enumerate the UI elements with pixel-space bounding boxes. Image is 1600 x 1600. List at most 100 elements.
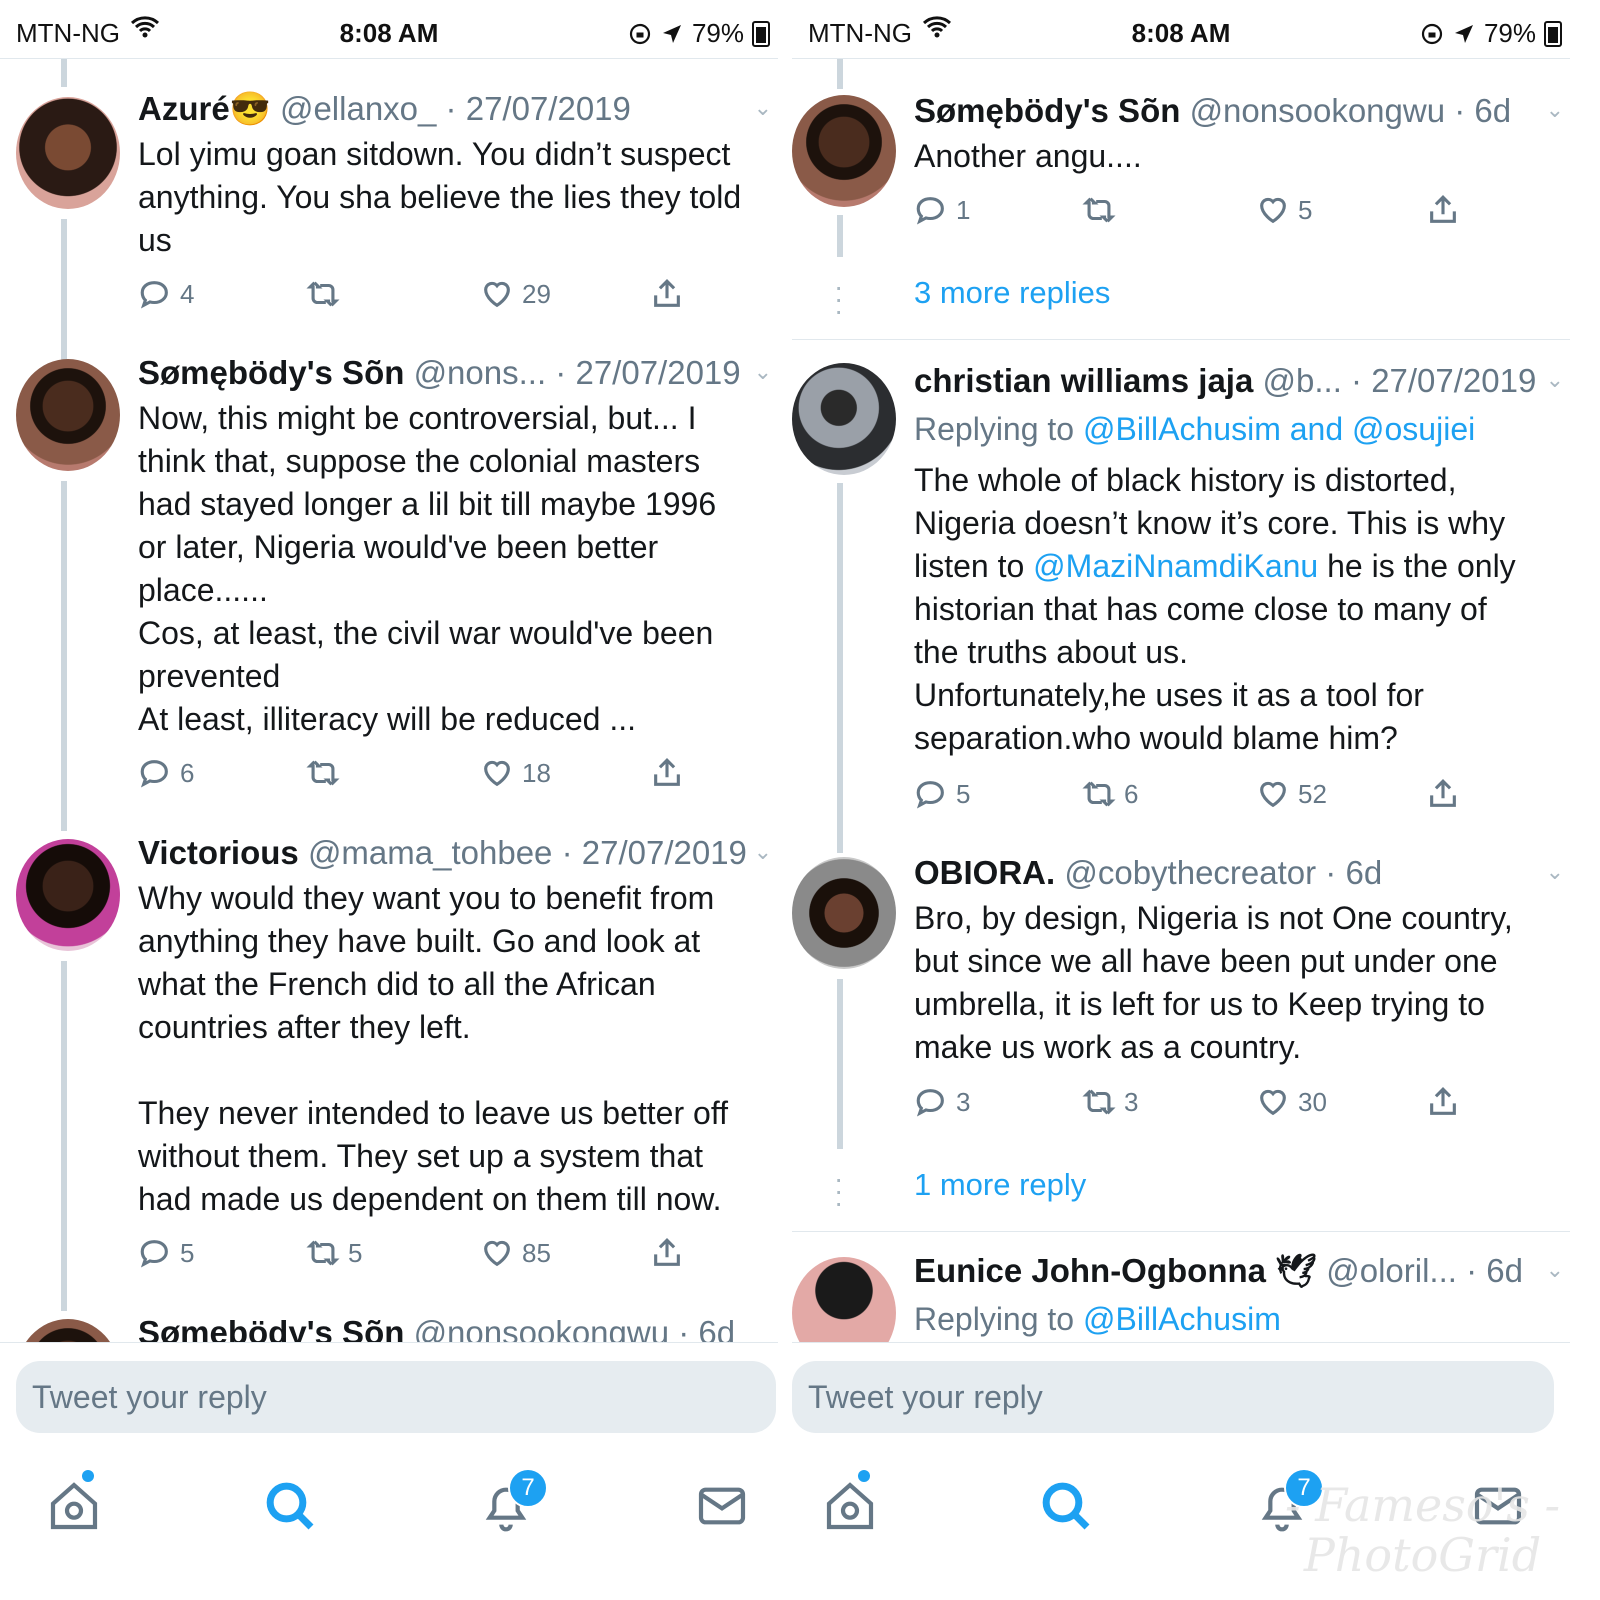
share-button[interactable]	[1426, 777, 1460, 811]
reply-button[interactable]: 3	[914, 1085, 970, 1119]
tweet-actions: 6 18	[138, 756, 778, 796]
chevron-down-icon[interactable]: ⌄	[1546, 859, 1564, 885]
reply-feed[interactable]: Azuré😎 @ellanxo_ · 27/07/2019 ⌄ Lol yimu…	[0, 59, 778, 1342]
avatar[interactable]	[16, 97, 120, 209]
tweet-header: OBIORA. @cobythecreator · 6d	[914, 854, 1383, 891]
tab-home[interactable]	[822, 1470, 882, 1538]
reply-button[interactable]: 4	[138, 277, 194, 311]
reply-placeholder: Tweet your reply	[808, 1379, 1043, 1415]
more-replies-link[interactable]: 1 more reply	[914, 1167, 1086, 1203]
reply-button[interactable]: 5	[138, 1236, 194, 1270]
battery-icon	[1544, 20, 1562, 47]
handle[interactable]: @b...	[1263, 362, 1342, 399]
handle[interactable]: @nonsookongwu	[1190, 92, 1446, 129]
tab-search[interactable]	[262, 1478, 322, 1538]
tab-notifications[interactable]: 7	[478, 1468, 548, 1538]
like-icon	[480, 277, 514, 311]
reply-input[interactable]: Tweet your reply	[792, 1361, 1554, 1433]
retweet-button[interactable]: 6	[1082, 777, 1138, 811]
avatar[interactable]	[792, 95, 896, 207]
avatar[interactable]	[16, 1319, 120, 1342]
display-name[interactable]: Sømębödy's Sõn	[138, 1314, 404, 1342]
retweet-button[interactable]: 5	[306, 1236, 362, 1270]
retweet-button[interactable]: 3	[1082, 1085, 1138, 1119]
chevron-down-icon[interactable]: ⌄	[1546, 97, 1564, 123]
handle[interactable]: @nonsookongwu	[414, 1314, 670, 1342]
thread-line	[837, 215, 843, 257]
handle[interactable]: @mama_tohbee	[308, 834, 552, 871]
share-button[interactable]	[650, 1236, 684, 1270]
display-name[interactable]: Azuré😎	[138, 90, 271, 127]
more-replies-link[interactable]: 3 more replies	[914, 275, 1110, 311]
chevron-down-icon[interactable]: ⌄	[754, 839, 772, 865]
tweet-header: Sømębödy's Sõn @nonsookongwu · 6d	[914, 92, 1512, 129]
mention-link[interactable]: @MaziNnamdiKanu	[1033, 548, 1318, 584]
chevron-down-icon[interactable]: ⌄	[1546, 1257, 1564, 1283]
like-icon	[1256, 1085, 1290, 1119]
display-name[interactable]: Victorious	[138, 834, 299, 871]
avatar[interactable]	[792, 1257, 896, 1342]
tab-home[interactable]	[46, 1470, 106, 1538]
status-bar: MTN-NG 8:08 AM 79%	[0, 0, 778, 59]
reply-icon	[138, 277, 172, 311]
tab-search[interactable]	[1038, 1478, 1098, 1538]
compose-bar: Tweet your reply	[792, 1342, 1570, 1463]
retweet-button[interactable]	[306, 277, 348, 311]
grid-divider	[778, 0, 792, 1600]
chevron-down-icon[interactable]: ⌄	[754, 95, 772, 121]
display-name[interactable]: Eunice John-Ogbonna 🕊	[914, 1252, 1317, 1289]
thread-line	[61, 59, 67, 87]
tweet-date: 6d	[1486, 1252, 1523, 1289]
replying-to: Replying to @BillAchusim and @osujiei	[914, 411, 1476, 447]
reply-placeholder: Tweet your reply	[32, 1379, 267, 1415]
handle[interactable]: @ellanxo_	[280, 90, 436, 127]
tab-messages[interactable]	[694, 1478, 754, 1538]
like-button[interactable]: 85	[480, 1236, 551, 1270]
retweet-icon	[306, 756, 340, 790]
chevron-down-icon[interactable]: ⌄	[1546, 367, 1564, 393]
reply-input[interactable]: Tweet your reply	[16, 1361, 776, 1433]
display-name[interactable]: OBIORA.	[914, 854, 1055, 891]
home-icon	[50, 1482, 98, 1530]
like-icon	[480, 756, 514, 790]
avatar[interactable]	[792, 857, 896, 969]
retweet-icon	[306, 1236, 340, 1270]
share-button[interactable]	[1426, 1085, 1460, 1119]
tweet-date: 27/07/2019	[581, 834, 747, 871]
reply-button[interactable]: 1	[914, 193, 970, 227]
battery-percent: 79%	[1483, 18, 1536, 48]
reply-button[interactable]: 6	[138, 756, 194, 790]
like-button[interactable]: 5	[1256, 193, 1312, 227]
replying-to-link[interactable]: @BillAchusim	[1083, 1301, 1281, 1337]
like-button[interactable]: 18	[480, 756, 551, 790]
avatar[interactable]	[16, 359, 120, 471]
chevron-down-icon[interactable]: ⌄	[754, 359, 772, 385]
thread-line	[837, 59, 843, 89]
display-name[interactable]: christian williams jaja	[914, 362, 1253, 399]
tweet-date: 27/07/2019	[575, 354, 741, 391]
home-icon	[826, 1482, 874, 1530]
handle[interactable]: @nons...	[414, 354, 547, 391]
retweet-button[interactable]	[1082, 193, 1124, 227]
share-button[interactable]	[650, 756, 684, 790]
retweet-button[interactable]	[306, 756, 348, 790]
avatar[interactable]	[792, 363, 896, 475]
reply-button[interactable]: 5	[914, 777, 970, 811]
avatar[interactable]	[16, 839, 120, 951]
display-name[interactable]: Sømębödy's Sõn	[914, 92, 1180, 129]
like-button[interactable]: 29	[480, 277, 551, 311]
battery-icon	[752, 20, 770, 47]
share-button[interactable]	[1426, 193, 1460, 227]
status-bar: MTN-NG 8:08 AM 79%	[792, 0, 1570, 59]
like-button[interactable]: 30	[1256, 1085, 1327, 1119]
handle[interactable]: @cobythecreator	[1064, 854, 1316, 891]
replying-to-link[interactable]: @BillAchusim and @osujiei	[1083, 411, 1475, 447]
tweet-date: 27/07/2019	[465, 90, 631, 127]
like-button[interactable]: 52	[1256, 777, 1327, 811]
share-button[interactable]	[650, 277, 684, 311]
thread-line	[61, 481, 67, 831]
reply-feed[interactable]: Sømębödy's Sõn @nonsookongwu · 6d ⌄ Anot…	[792, 59, 1570, 1342]
tweet-date: 27/07/2019	[1371, 362, 1537, 399]
handle[interactable]: @oloril...	[1326, 1252, 1457, 1289]
display-name[interactable]: Sømębödy's Sõn	[138, 354, 404, 391]
